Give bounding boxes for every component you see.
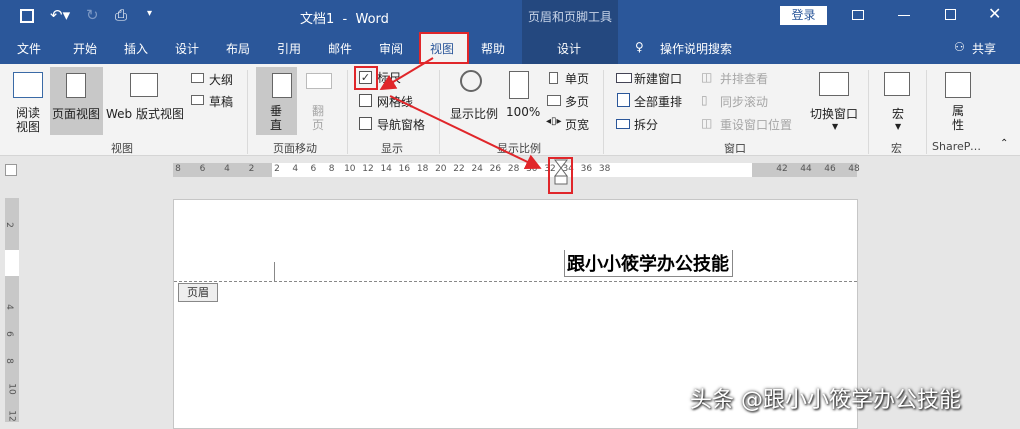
annotation-arrows (379, 57, 568, 185)
